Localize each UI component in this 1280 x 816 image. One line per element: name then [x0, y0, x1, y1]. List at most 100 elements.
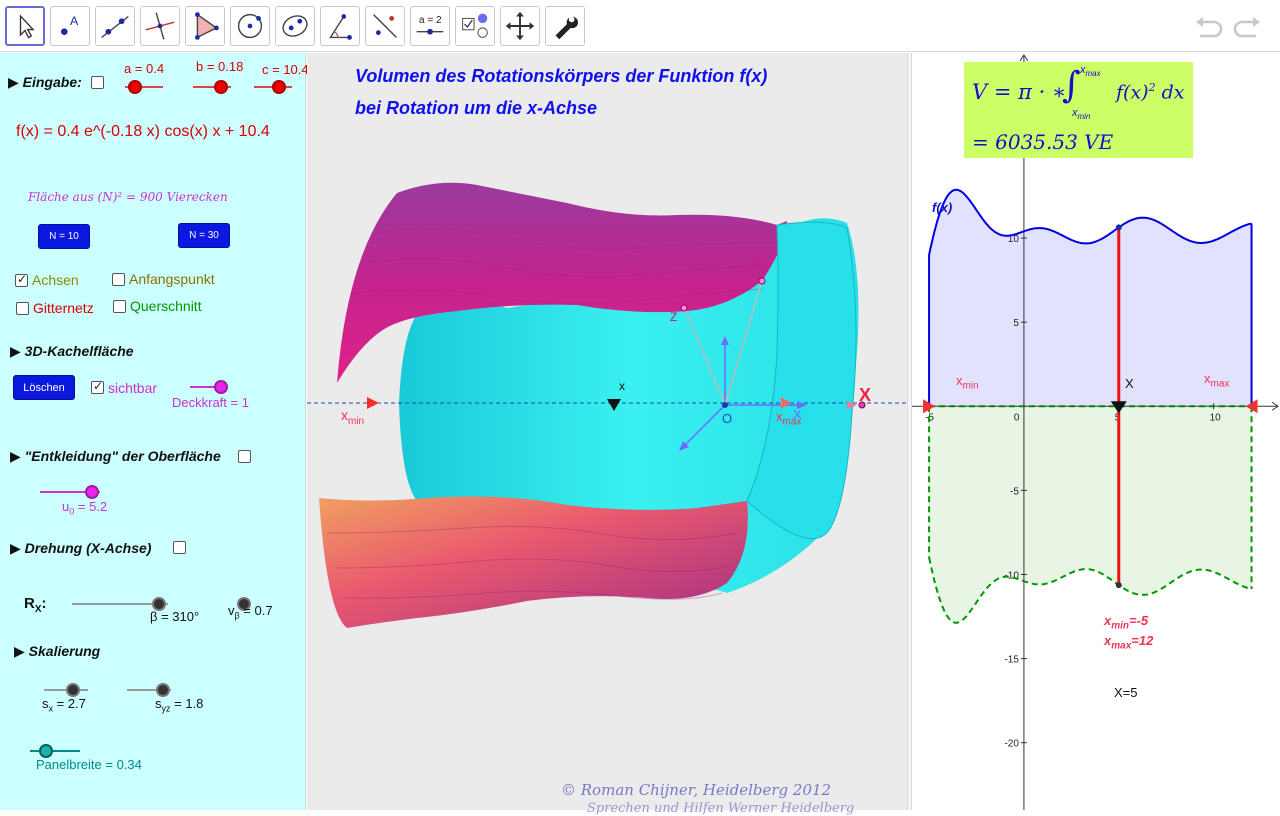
- volume-formula-v: V = π · ∗: [972, 80, 1067, 104]
- line-icon: [101, 15, 129, 38]
- eingabe-checkbox[interactable]: [91, 76, 104, 89]
- x-axis-label-3d: X: [859, 385, 872, 405]
- toolbar: A a = 2: [0, 0, 1280, 52]
- slider-b-knob[interactable]: [214, 80, 228, 94]
- integral-lower: xmin: [1072, 107, 1091, 122]
- slider-c-knob[interactable]: [272, 80, 286, 94]
- vbeta-label: vβ = 0.7: [228, 603, 273, 621]
- xmin-label-3d: xmin: [341, 407, 365, 427]
- gitternetz-checkbox[interactable]: [16, 302, 29, 315]
- reflect-tool-button[interactable]: [365, 6, 405, 46]
- xmax-value: xmax=12: [1104, 633, 1154, 652]
- panelbreite-slider-knob[interactable]: [39, 744, 53, 758]
- slider-a-knob[interactable]: [128, 80, 142, 94]
- angle-tool-button[interactable]: [320, 6, 360, 46]
- origin-label: O: [722, 411, 733, 426]
- sx-slider-knob[interactable]: [66, 683, 80, 697]
- point-y[interactable]: [758, 277, 766, 285]
- beta-label: β = 310°: [150, 609, 200, 624]
- cross-section-bottom-point: [1115, 582, 1122, 589]
- circle-tool-button[interactable]: [230, 6, 270, 46]
- rotation-body-3d: [307, 182, 907, 628]
- deckkraft-slider-knob[interactable]: [214, 380, 228, 394]
- z-label: Z: [670, 310, 678, 324]
- panelbreite-slider-track[interactable]: [30, 750, 80, 752]
- bottom-surface: [319, 496, 748, 628]
- point-tool-button[interactable]: A: [50, 6, 90, 46]
- x-equals-value: X=5: [1114, 685, 1138, 700]
- xmax-label-2d: xmax: [1204, 371, 1230, 390]
- perpendicular-line-icon: [145, 12, 175, 40]
- perpendicular-line-tool-button[interactable]: [140, 6, 180, 46]
- reflect-icon: [373, 14, 397, 38]
- wrench-icon: [555, 16, 579, 40]
- checkbox-icon: [462, 13, 488, 38]
- xmin-value: xmin=-5: [1104, 613, 1149, 632]
- drehung-header: ▶ Drehung (X-Achse): [10, 540, 152, 556]
- volume-result: = 6035.53 VE: [972, 130, 1114, 154]
- point-z[interactable]: [680, 304, 688, 312]
- y-label: Y: [753, 256, 762, 270]
- integral-upper: xmax: [1080, 64, 1101, 79]
- eingabe-header: ▶ Eingabe:: [8, 74, 82, 90]
- x-tick-label: 0: [1014, 412, 1020, 423]
- ellipse-tool-button[interactable]: [275, 6, 315, 46]
- settings-tool-button[interactable]: [545, 6, 585, 46]
- sx-label: sx = 2.7: [42, 696, 86, 714]
- anfangspunkt-label: Anfangspunkt: [129, 271, 215, 287]
- undo-button[interactable]: [1194, 14, 1224, 40]
- drehung-checkbox[interactable]: [173, 541, 186, 554]
- slider-c-label: c = 10.4: [262, 62, 309, 77]
- point-x-label-3d: x: [619, 379, 625, 393]
- u0-label: u0 = 5.2: [62, 499, 108, 517]
- x-point-label-2d: X: [1125, 376, 1134, 391]
- graphics-view-2d[interactable]: -50510105-5-10-15-20 V = π · ∗ ∫ xmax xm…: [912, 53, 1280, 810]
- integral-sign: ∫: [1062, 65, 1081, 106]
- loeschen-button[interactable]: Löschen: [13, 375, 75, 400]
- cursor-arrow-icon: [19, 14, 35, 39]
- entkleidung-checkbox[interactable]: [238, 450, 251, 463]
- anfangspunkt-checkbox[interactable]: [112, 273, 125, 286]
- line-tool-button[interactable]: [95, 6, 135, 46]
- n30-button[interactable]: N = 30: [178, 223, 230, 248]
- copyright-line1: © Roman Chijner, Heidelberg 2012: [561, 781, 832, 799]
- fx-label: f(x): [932, 200, 953, 215]
- flaeche-text: Fläche aus (N)² = 900 Vierecken: [28, 190, 228, 204]
- querschnitt-label: Querschnitt: [130, 298, 202, 314]
- cross-section-top-point: [1115, 224, 1122, 231]
- copyright-line2: Sprechen und Hilfen Werner Heidelberg: [587, 801, 855, 816]
- u0-slider-knob[interactable]: [85, 485, 99, 499]
- n10-button[interactable]: N = 10: [38, 224, 90, 249]
- ellipse-icon: [282, 15, 308, 37]
- y-tick-label: 5: [1013, 318, 1019, 329]
- achsen-checkbox[interactable]: [15, 272, 28, 287]
- redo-button[interactable]: [1232, 14, 1262, 40]
- title-line1: Volumen des Rotationskörpers der Funktio…: [355, 66, 768, 86]
- y-tick-label: -5: [1010, 486, 1019, 497]
- rx-label: RX:: [24, 595, 47, 615]
- sichtbar-checkbox[interactable]: [91, 379, 104, 394]
- control-panel: ▶ Eingabe: a = 0.4 b = 0.18 c = 10.4 f(x…: [0, 53, 309, 810]
- gitternetz-label: Gitternetz: [33, 300, 94, 316]
- xmin-label-2d: xmin: [956, 373, 979, 392]
- x-tick-label: 10: [1210, 412, 1222, 423]
- graphics-view-3d[interactable]: Volumen des Rotationskörpers der Funktio…: [307, 53, 907, 816]
- polygon-tool-button[interactable]: [185, 6, 225, 46]
- angle-icon: [329, 14, 352, 40]
- function-definition: f(x) = 0.4 e^(-0.18 x) cos(x) x + 10.4: [16, 123, 270, 140]
- syz-slider-knob[interactable]: [156, 683, 170, 697]
- querschnitt-checkbox[interactable]: [113, 300, 126, 313]
- polygon-icon: [195, 12, 219, 40]
- origin-point[interactable]: [722, 402, 728, 408]
- move-tool-button[interactable]: [5, 6, 45, 46]
- move-arrows-icon: [505, 11, 535, 41]
- xmin-marker[interactable]: [367, 397, 379, 409]
- move-graphics-view-tool-button[interactable]: [500, 6, 540, 46]
- slider-tool-button[interactable]: a = 2: [410, 6, 450, 46]
- sichtbar-label: sichtbar: [108, 380, 158, 396]
- title-line2: bei Rotation um die x-Achse: [355, 98, 598, 118]
- slider-icon: [416, 28, 444, 35]
- checkbox-tool-button[interactable]: [455, 6, 495, 46]
- y-tick-label: -20: [1004, 739, 1019, 750]
- integrand: f(x)2 dx: [1116, 81, 1185, 104]
